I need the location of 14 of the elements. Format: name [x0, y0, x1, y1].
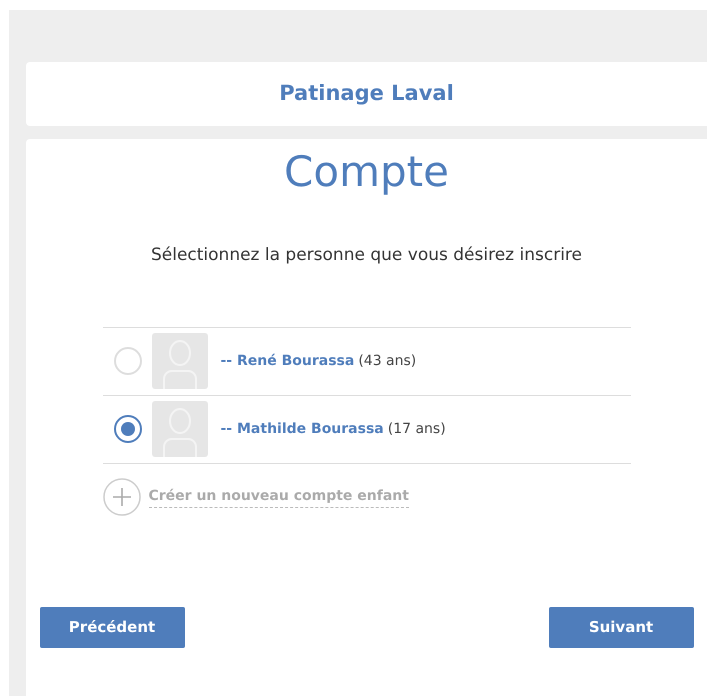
age-text: (43 ans): [358, 352, 416, 371]
avatar-icon: [152, 401, 208, 458]
person-name-link[interactable]: -- Mathilde Bourassa: [220, 418, 384, 440]
create-child-account-link[interactable]: Créer un nouveau compte enfant: [148, 486, 409, 508]
age-text: (17 ans): [388, 420, 446, 439]
instruction-text: Sélectionnez la personne que vous désirez inscrire: [150, 244, 582, 268]
person-name-link[interactable]: -- René Bourassa: [220, 350, 354, 372]
site-title: Patinage Laval: [279, 81, 454, 107]
avatar-icon: [152, 333, 208, 390]
radio-button[interactable]: [114, 415, 142, 444]
next-button[interactable]: Suivant: [548, 607, 694, 648]
page-title: Compte: [284, 147, 449, 198]
add-icon[interactable]: [102, 478, 140, 516]
previous-button[interactable]: Précédent: [40, 607, 184, 648]
